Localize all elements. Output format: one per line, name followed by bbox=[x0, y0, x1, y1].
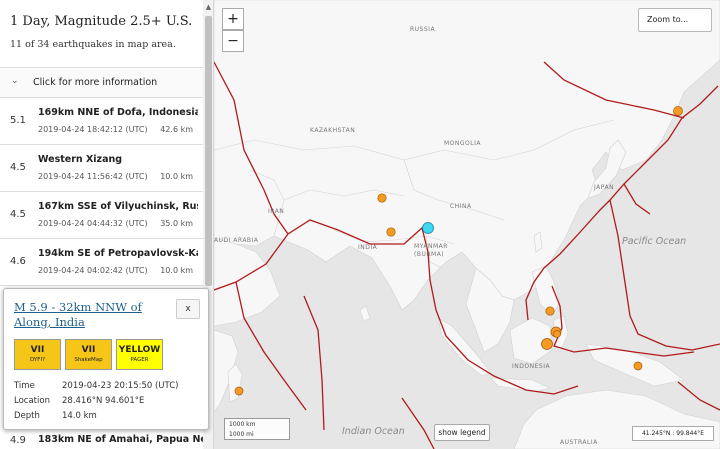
location-label: Location bbox=[14, 396, 50, 406]
shakemap-badge[interactable]: VII ShakeMap bbox=[65, 339, 112, 370]
close-button[interactable]: x bbox=[176, 299, 200, 319]
earthquake-list-item[interactable]: 4.9 183km NE of Amahai, Papua New Guinea bbox=[0, 430, 213, 449]
earthquake-marker-selected bbox=[422, 222, 434, 234]
label-australia: AUSTRALIA bbox=[560, 439, 598, 446]
earthquake-marker bbox=[553, 330, 561, 338]
label-china: CHINA bbox=[450, 203, 472, 210]
depth-row: Depth 14.0 km bbox=[14, 411, 97, 421]
label-japan: JAPAN bbox=[594, 184, 615, 191]
depth: 10.0 km bbox=[160, 266, 193, 275]
more-info-label: Click for more information bbox=[33, 77, 158, 88]
location-row: Location 28.416°N 94.601°E bbox=[14, 396, 144, 406]
map-view[interactable]: RUSSIA KAZAKHSTAN MONGOLIA CHINA IRAN AU… bbox=[214, 0, 720, 449]
earthquake-marker bbox=[673, 106, 683, 116]
magnitude: 4.5 bbox=[10, 209, 26, 220]
more-info-toggle[interactable]: ⌄ Click for more information bbox=[0, 69, 203, 98]
zoom-in-button[interactable]: + bbox=[222, 8, 244, 30]
location-value: 28.416°N 94.601°E bbox=[62, 396, 145, 406]
time-value: 2019-04-23 20:15:50 (UTC) bbox=[62, 381, 179, 391]
magnitude: 4.6 bbox=[10, 256, 26, 267]
earthquake-list-item[interactable]: 4.5 Western Xizang 2019-04-24 11:56:42 (… bbox=[0, 145, 203, 192]
event-popup: M 5.9 - 32km NNW of Along, India x VII D… bbox=[3, 288, 209, 430]
label-russia: RUSSIA bbox=[410, 26, 436, 33]
land-shapes bbox=[214, 0, 720, 449]
label-kazakhstan: KAZAKHSTAN bbox=[310, 127, 356, 134]
earthquake-marker bbox=[541, 338, 553, 350]
scale-mi: 1000 mi bbox=[229, 431, 254, 438]
label-mongolia: MONGOLIA bbox=[444, 140, 481, 147]
feed-title: 1 Day, Magnitude 2.5+ U.S. bbox=[10, 14, 193, 29]
scale-bar: 1000 km 1000 mi bbox=[224, 418, 290, 440]
time: 2019-04-24 18:42:12 (UTC) bbox=[38, 125, 148, 134]
magnitude: 4.9 bbox=[10, 435, 26, 446]
dyfi-badge[interactable]: VII DYFI? bbox=[14, 339, 61, 370]
place: 169km NNE of Dofa, Indonesia bbox=[38, 107, 198, 118]
time: 2019-04-24 04:02:42 (UTC) bbox=[38, 266, 148, 275]
scroll-thumb[interactable] bbox=[205, 16, 212, 286]
magnitude: 5.1 bbox=[10, 115, 26, 126]
show-legend-button[interactable]: show legend bbox=[434, 424, 490, 441]
earthquake-marker bbox=[386, 227, 396, 237]
event-title-link[interactable]: M 5.9 - 32km NNW of Along, India bbox=[14, 300, 164, 330]
pager-badge[interactable]: YELLOW PAGER bbox=[116, 339, 163, 370]
time-label: Time bbox=[14, 381, 35, 391]
earthquake-marker bbox=[234, 386, 244, 396]
earthquake-list-item[interactable]: 4.5 167km SSE of Vilyuchinsk, Russia 201… bbox=[0, 192, 203, 239]
dyfi-label: DYFI? bbox=[30, 357, 45, 363]
place: 194km SE of Petropavlovsk-Kamchatskiy, R… bbox=[38, 248, 198, 259]
depth: 42.6 km bbox=[160, 125, 193, 134]
label-saudi-arabia: AUDI ARABIA bbox=[214, 237, 259, 244]
feed-count: 11 of 34 earthquakes in map area. bbox=[10, 39, 176, 50]
coordinate-readout: 41.245°N : 99.844°E bbox=[632, 426, 714, 441]
basemap bbox=[214, 0, 720, 449]
magnitude: 4.5 bbox=[10, 162, 26, 173]
place: 167km SSE of Vilyuchinsk, Russia bbox=[38, 201, 198, 212]
label-pacific-ocean: Pacific Ocean bbox=[622, 236, 687, 247]
scroll-up-arrow-icon[interactable]: ▲ bbox=[203, 0, 213, 14]
depth-label: Depth bbox=[14, 411, 40, 421]
shakemap-value: VII bbox=[81, 345, 96, 355]
depth: 10.0 km bbox=[160, 172, 193, 181]
dyfi-value: VII bbox=[30, 345, 45, 355]
shakemap-label: ShakeMap bbox=[74, 357, 103, 363]
chevron-down-icon: ⌄ bbox=[11, 76, 19, 86]
place: Western Xizang bbox=[38, 154, 123, 165]
label-iran: IRAN bbox=[268, 208, 285, 215]
label-indian-ocean: Indian Ocean bbox=[342, 426, 405, 437]
place: 183km NE of Amahai, Papua New Guinea bbox=[38, 434, 213, 445]
label-myanmar: MYANMAR (BURMA) bbox=[414, 243, 448, 258]
scale-km: 1000 km bbox=[229, 421, 256, 428]
label-indonesia: INDONESIA bbox=[512, 363, 551, 370]
pager-label: PAGER bbox=[130, 357, 149, 363]
earthquake-marker bbox=[545, 306, 555, 316]
earthquake-marker bbox=[377, 193, 387, 203]
earthquake-list-item[interactable]: 4.6 194km SE of Petropavlovsk-Kamchatski… bbox=[0, 239, 203, 286]
earthquake-list-item[interactable]: 5.1 169km NNE of Dofa, Indonesia 2019-04… bbox=[0, 98, 203, 145]
earthquake-marker bbox=[633, 361, 643, 371]
time-row: Time 2019-04-23 20:15:50 (UTC) bbox=[14, 381, 178, 391]
depth-value: 14.0 km bbox=[62, 411, 97, 421]
zoom-to-select[interactable]: Zoom to... bbox=[638, 8, 712, 32]
list-header: 1 Day, Magnitude 2.5+ U.S. 11 of 34 eart… bbox=[0, 0, 203, 68]
pager-value: YELLOW bbox=[118, 345, 161, 355]
time: 2019-04-24 04:44:32 (UTC) bbox=[38, 219, 148, 228]
depth: 35.0 km bbox=[160, 219, 193, 228]
zoom-out-button[interactable]: − bbox=[222, 30, 244, 52]
label-india: INDIA bbox=[358, 244, 378, 251]
time: 2019-04-24 11:56:42 (UTC) bbox=[38, 172, 148, 181]
